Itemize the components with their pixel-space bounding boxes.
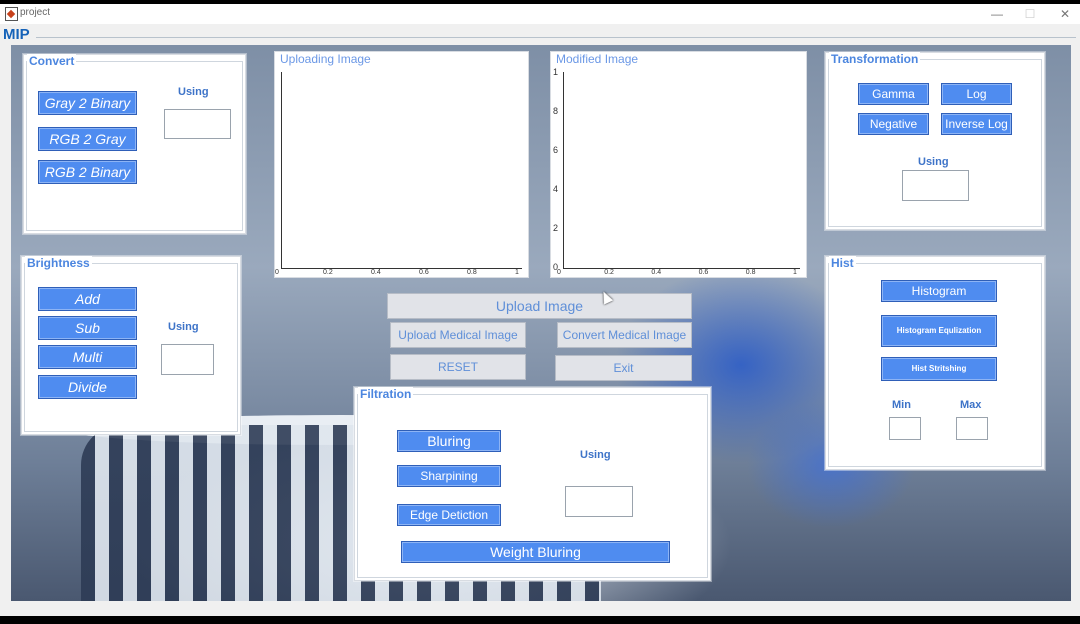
sharpining-button[interactable]: Sharpining [397,465,501,487]
multi-button[interactable]: Multi [38,345,137,369]
negative-button[interactable]: Negative [858,113,929,135]
minimize-button[interactable]: — [985,5,1009,23]
x-tick: 0.2 [323,269,333,276]
brightness-using-input[interactable] [161,344,214,375]
histogram-equalization-button[interactable]: Histogram Equlization [881,315,997,347]
x-tick: 0.2 [604,269,614,276]
app-label: MIP [3,26,30,43]
filtration-title: Filtration [358,387,414,401]
brightness-title: Brightness [25,256,92,270]
x-tick: 0.4 [651,269,662,276]
edge-detection-button[interactable]: Edge Detiction [397,504,501,526]
brightness-panel: Brightness Add Sub Multi Divide Using [21,256,241,435]
filtration-panel: Filtration Bluring Sharpining Edge Detic… [354,387,711,581]
uploading-plot-area [281,72,522,269]
x-tick: 0 [275,269,279,276]
add-button[interactable]: Add [38,287,137,311]
x-tick: 1 [793,269,797,276]
modified-image-title: Modified Image [554,52,641,66]
uploading-image-axes: Uploading Image 0 0.2 0.4 0.6 0.8 1 [274,51,529,278]
rgb-to-gray-button[interactable]: RGB 2 Gray [38,127,137,151]
hist-title: Hist [829,256,856,270]
y-tick: 8 [553,106,559,116]
inverse-log-button[interactable]: Inverse Log [941,113,1012,135]
transformation-using-label: Using [918,156,949,168]
x-tick: 0 [557,269,561,276]
hist-stretching-button[interactable]: Hist Stritshing [881,357,997,381]
x-tick: 0.8 [467,269,477,276]
x-tick: 0.4 [371,269,381,276]
upload-image-button[interactable]: Upload Image [387,293,692,319]
hist-panel: Hist Histogram Histogram Equlization His… [825,256,1045,470]
gray-to-binary-button[interactable]: Gray 2 Binary [38,91,137,115]
exit-button[interactable]: Exit [555,355,692,381]
transformation-title: Transformation [829,52,921,66]
maximize-button[interactable]: ☐ [1018,5,1042,23]
gamma-button[interactable]: Gamma [858,83,929,105]
x-tick: 0.6 [698,269,709,276]
y-tick: 6 [553,145,559,155]
convert-medical-image-button[interactable]: Convert Medical Image [557,322,692,348]
y-tick: 1 [553,67,559,77]
close-button[interactable]: ✕ [1053,5,1077,23]
filtration-using-label: Using [580,449,611,461]
hist-min-label: Min [892,399,911,411]
y-tick: 4 [553,184,559,194]
filtration-using-input[interactable] [565,486,633,517]
title-bar: project — ☐ ✕ [0,4,1080,24]
divide-button[interactable]: Divide [38,375,137,399]
weight-bluring-button[interactable]: Weight Bluring [401,541,670,563]
bluring-button[interactable]: Bluring [397,430,501,452]
convert-panel: Convert Gray 2 Binary RGB 2 Gray RGB 2 B… [23,54,246,234]
convert-using-input[interactable] [164,109,231,139]
hist-max-input[interactable] [956,417,988,440]
rgb-to-binary-button[interactable]: RGB 2 Binary [38,160,137,184]
hist-min-input[interactable] [889,417,921,440]
divider [36,37,1076,38]
uploading-image-title: Uploading Image [278,52,373,66]
y-tick: 2 [553,223,559,233]
matlab-icon [5,7,18,21]
hist-max-label: Max [960,399,982,411]
modified-plot-area [563,72,800,269]
window-title: project [20,7,51,18]
transformation-panel: Transformation Gamma Log Negative Invers… [825,52,1045,230]
convert-using-label: Using [178,86,209,98]
sub-button[interactable]: Sub [38,316,137,340]
reset-button[interactable]: RESET [390,354,526,380]
brightness-using-label: Using [168,321,199,333]
x-tick: 1 [515,269,519,276]
app-window: project — ☐ ✕ MIP Convert Gray 2 Binary … [0,4,1080,616]
log-button[interactable]: Log [941,83,1012,105]
modified-image-axes: Modified Image 1 8 6 4 2 0 0 0.2 0.4 0.6 0.8… [550,51,807,278]
transformation-using-input[interactable] [902,170,969,201]
upload-medical-image-button[interactable]: Upload Medical Image [390,322,526,348]
histogram-button[interactable]: Histogram [881,280,997,302]
convert-title: Convert [27,54,77,68]
x-tick: 0.8 [745,269,756,276]
x-tick: 0.6 [419,269,429,276]
